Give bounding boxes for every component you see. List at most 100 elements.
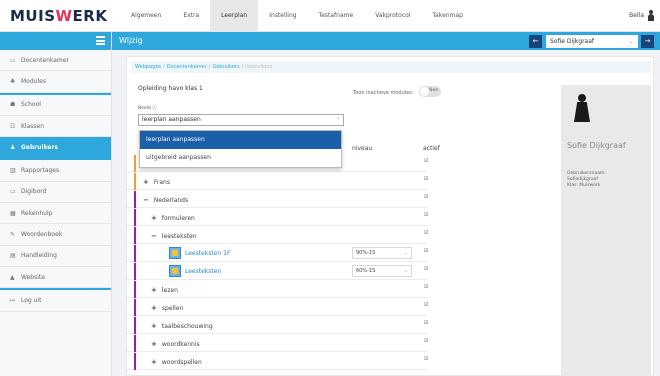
sidebar-item-label: Digibord	[21, 188, 47, 196]
logo-part-3: ERK	[72, 7, 108, 25]
sidebar-item[interactable]: ▥ Rapportages	[0, 160, 111, 182]
actief-checkbox[interactable]: ☑	[424, 249, 429, 254]
user-select[interactable]: Sofie Dijkgraaf ⌄	[546, 35, 638, 48]
niveau-select[interactable]: 60%-1S ⌄	[352, 265, 412, 277]
row-label-cell: + Frans	[143, 178, 170, 186]
top-nav-item[interactable]: Takenmap	[421, 0, 473, 32]
table-row: − leesteksten ☑	[127, 227, 429, 244]
sidebar-item[interactable]: ♟ Gebruikers	[0, 137, 111, 159]
table-row: + woordkennis ☑	[127, 335, 429, 352]
row-label: formuleren	[161, 215, 195, 222]
niveau-value: 90%-1S	[356, 250, 376, 256]
sidebar-item-label: Docentenkamer	[21, 56, 69, 64]
actief-header: actief	[423, 145, 440, 152]
breadcrumb-item[interactable]: Webpages	[135, 64, 161, 70]
sidebar-icon: ☷	[10, 122, 16, 130]
breadcrumb-item[interactable]: Gebruikers	[212, 64, 239, 70]
top-nav-item[interactable]: Extra	[172, 0, 210, 32]
row-color-bar	[134, 299, 136, 316]
top-nav: Algemeen Extra Leerplan Instelling Testafnam…	[120, 0, 474, 32]
actief-checkbox[interactable]: ☑	[424, 213, 429, 218]
logo-part-2: W	[55, 7, 73, 25]
sidebar-item[interactable]: ☗ School	[0, 95, 111, 116]
actief-checkbox[interactable]: ☑	[424, 195, 429, 200]
row-label: lezen	[161, 287, 178, 294]
logo[interactable]: MUISWERK	[10, 7, 107, 25]
next-user-button[interactable]: →	[641, 35, 654, 48]
top-nav-item[interactable]: Vakprotocol	[364, 0, 421, 32]
beeld-select[interactable]: leerplan aanpassen ⌃	[138, 114, 344, 126]
module-thumbnail	[169, 247, 181, 259]
previous-user-button[interactable]: ←	[529, 35, 542, 48]
sidebar-item[interactable]: ✎ Woordenboek	[0, 224, 111, 246]
breadcrumb-item[interactable]: Docentenkamer	[167, 64, 207, 70]
expand-icon[interactable]: +	[143, 178, 149, 186]
expand-icon[interactable]: +	[151, 286, 157, 294]
user-icon[interactable]	[648, 10, 654, 21]
actief-checkbox[interactable]: ☑	[424, 303, 429, 308]
user-card: Sofie Dijkgraaf Gebruikersnaam: Sofiedij…	[561, 85, 651, 376]
sidebar-toggle[interactable]	[0, 32, 111, 50]
sidebar-item-label: School	[21, 101, 41, 109]
sidebar-item[interactable]: ▭ Docentenkamer	[0, 50, 111, 72]
sidebar-item[interactable]: ☷ Klassen	[0, 116, 111, 138]
row-color-bar	[134, 263, 136, 280]
module-link[interactable]: Leesteksten 1F	[185, 250, 230, 257]
sidebar-item[interactable]: ♣ Modules	[0, 71, 111, 93]
module-link[interactable]: Leesteksten	[185, 268, 221, 275]
actief-checkbox[interactable]: ☑	[424, 267, 429, 272]
sidebar-icon: ▦	[10, 209, 16, 217]
actief-checkbox[interactable]: ☑	[424, 357, 429, 362]
actief-checkbox[interactable]: ☑	[424, 321, 429, 326]
table-row: + formuleren ☑	[127, 209, 429, 226]
niveau-value: 60%-1S	[356, 268, 376, 274]
actief-checkbox[interactable]: ☑	[424, 159, 429, 164]
row-label-cell: + lezen	[151, 286, 178, 294]
row-color-bar	[134, 155, 136, 172]
row-color-bar	[134, 335, 136, 352]
expand-icon[interactable]: +	[151, 304, 157, 312]
inactive-modules-toggle[interactable]: Nee	[419, 86, 441, 97]
actief-checkbox[interactable]: ☑	[424, 177, 429, 182]
card-info: Gebruikersnaam: Sofiedijkgraaf Klas: Mui…	[567, 171, 606, 189]
row-label: woordspellen	[161, 359, 202, 366]
row-label-cell: + formuleren	[151, 214, 195, 222]
user-name[interactable]: Bella	[629, 12, 644, 19]
dropdown-option-leerplan[interactable]: leerplan aanpassen	[140, 131, 341, 149]
dropdown-option-uitgebreid[interactable]: uitgebreid aanpassen	[140, 149, 341, 167]
top-nav-item[interactable]: Instelling	[258, 0, 307, 32]
sidebar-item[interactable]: ▦ Rekenhulp	[0, 203, 111, 225]
collapse-icon[interactable]: −	[151, 232, 157, 240]
collapse-icon[interactable]: −	[143, 196, 149, 204]
sidebar-item[interactable]: ↦ Log uit	[0, 290, 111, 312]
inactive-modules-label: Toon inactieve modules:	[353, 90, 414, 96]
sidebar-item[interactable]: ▤ Handleiding	[0, 246, 111, 267]
card-user-name: Sofie Dijkgraaf	[567, 141, 626, 150]
card-info-line: Klas: Muiswerk	[567, 183, 601, 188]
chevron-down-icon: ⌄	[403, 250, 408, 256]
row-label-cell: + woordspellen	[151, 358, 202, 366]
niveau-select[interactable]: 90%-1S ⌄	[352, 247, 412, 259]
expand-icon[interactable]: +	[151, 322, 157, 330]
chevron-down-icon: ⌄	[403, 268, 408, 274]
sidebar-item[interactable]: ▲ Website	[0, 267, 111, 289]
top-nav-item[interactable]: Testafname	[308, 0, 365, 32]
top-nav-item[interactable]: Algemeen	[120, 0, 172, 32]
expand-icon[interactable]: +	[151, 358, 157, 366]
hamburger-icon[interactable]	[96, 36, 105, 45]
row-label-cell: − Nederlands	[143, 196, 188, 204]
table-row: + taalbeschouwing ☑	[127, 317, 429, 334]
top-nav-item[interactable]: Leerplan	[210, 0, 259, 32]
sidebar-item[interactable]: ▭ Digibord	[0, 182, 111, 204]
user-select-value: Sofie Dijkgraaf	[550, 38, 595, 45]
actief-checkbox[interactable]: ☑	[424, 231, 429, 236]
opleiding-label: Opleiding havo klas 1	[138, 85, 203, 92]
row-label-cell: Leesteksten	[185, 268, 221, 275]
row-color-bar	[134, 245, 136, 262]
actief-checkbox[interactable]: ☑	[424, 339, 429, 344]
expand-icon[interactable]: +	[151, 340, 157, 348]
breadcrumb: Webpages / Docentenkamer / Gebruikers / Gebrui…	[131, 61, 651, 73]
expand-icon[interactable]: +	[151, 214, 157, 222]
actief-checkbox[interactable]: ☑	[424, 285, 429, 290]
chevron-down-icon: ⌄	[628, 38, 634, 45]
